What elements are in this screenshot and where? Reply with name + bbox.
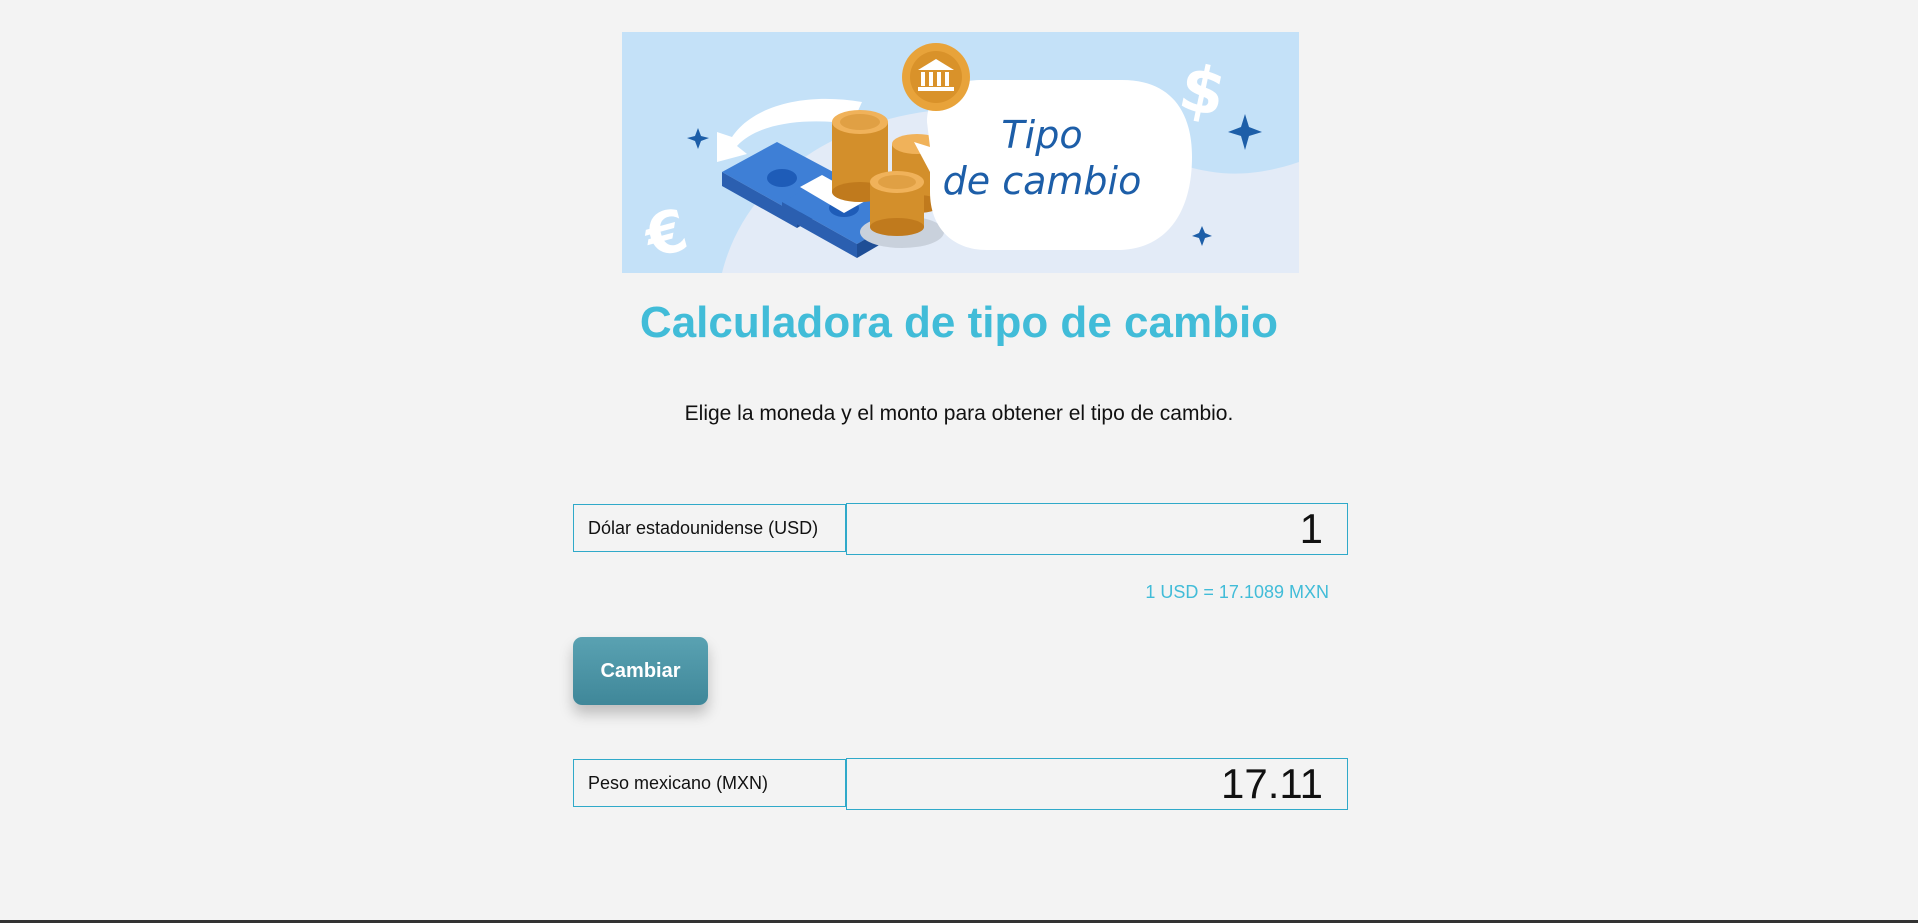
page-title: Calculadora de tipo de cambio [639,298,1279,347]
source-amount-input[interactable]: 1 [846,503,1348,555]
banner-caption: Tipo de cambio [937,112,1147,204]
dollar-icon: $ [1173,51,1232,133]
target-currency-row: Peso mexicano (MXN) 17.11 [573,758,1348,810]
banner-caption-line1: Tipo [1001,113,1083,157]
exchange-rate-text: 1 USD = 17.1089 MXN [1145,582,1329,602]
sparkle-icon [1228,114,1262,150]
target-currency-select[interactable]: Peso mexicano (MXN) [573,759,846,807]
source-currency-row: Dólar estadounidense (USD) 1 [573,503,1348,555]
source-currency-select[interactable]: Dólar estadounidense (USD) [573,504,846,552]
page-subtitle: Elige la moneda y el monto para obtener … [684,402,1234,425]
banner-caption-line2: de cambio [942,159,1142,203]
exchange-rate-banner: $ € Tipo de cambio [622,32,1299,273]
sparkle-icon [687,128,709,149]
euro-icon: € [636,195,695,272]
target-amount-output[interactable]: 17.11 [846,758,1348,810]
swap-currencies-button[interactable]: Cambiar [573,637,708,705]
bank-icon [902,43,970,111]
